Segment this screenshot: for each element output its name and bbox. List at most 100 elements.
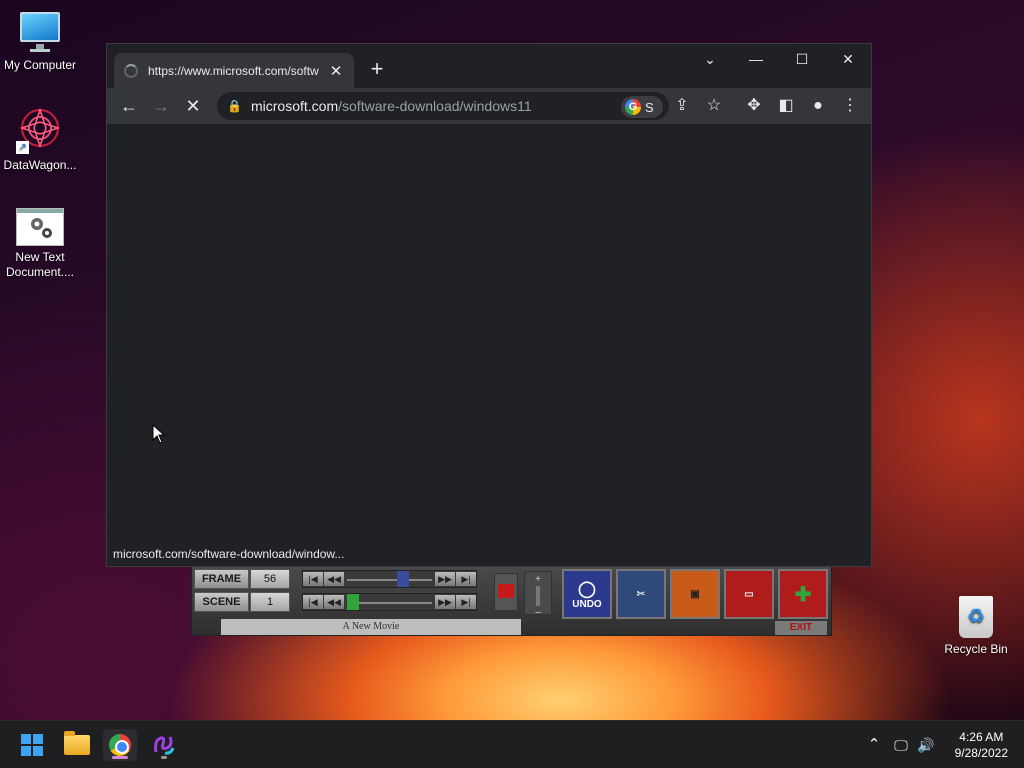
volume-icon[interactable]: 🔊: [914, 721, 938, 768]
shortcut-arrow-icon: ↗: [16, 141, 29, 154]
undo-label: UNDO: [572, 598, 602, 610]
loading-spinner-icon: [124, 63, 138, 78]
movie-maker-controls: FRAME 56 |◀ ◀◀ ▶▶ ▶| SCENE 1 |◀ ◀◀ ▶▶ ▶|…: [191, 566, 832, 636]
tab-microsoft[interactable]: https://www.microsoft.com/softw ✕: [114, 53, 354, 88]
forward-button[interactable]: →: [145, 92, 177, 120]
minus-icon: –: [535, 607, 541, 618]
lock-icon: 🔒: [227, 99, 242, 113]
google-icon: G: [625, 99, 641, 115]
mouse-cursor-icon: [152, 424, 166, 444]
close-window-button[interactable]: ✕: [825, 44, 871, 74]
frame-row: FRAME 56 |◀ ◀◀ ▶▶ ▶|: [194, 568, 477, 590]
scissors-icon: ✂: [636, 588, 646, 600]
settings-file-icon: [16, 208, 64, 246]
frame-label: FRAME: [194, 569, 249, 589]
running-indicator: [161, 756, 167, 759]
desktop-icon-new-text-document[interactable]: New Text Document....: [0, 208, 80, 280]
clock-time: 4:26 AM: [959, 730, 1004, 744]
frame-value[interactable]: 56: [250, 569, 290, 589]
extensions-icon[interactable]: ✥: [739, 92, 769, 120]
new-tab-button[interactable]: +: [365, 58, 389, 82]
browser-window: https://www.microsoft.com/softw ✕ + ⌄ — …: [106, 43, 872, 567]
chrome-taskbar-button[interactable]: [103, 729, 137, 761]
maximize-button[interactable]: ☐: [779, 44, 825, 74]
movie-title: A New Movie: [221, 619, 521, 635]
green-cross-icon: ✚: [794, 583, 812, 606]
first-scene-button[interactable]: |◀: [303, 595, 323, 609]
stop-loading-button[interactable]: ✕: [177, 92, 209, 120]
desktop-icon-datawagon[interactable]: ↗ DataWagon...: [0, 106, 80, 173]
address-path: /software-download/windows11: [338, 98, 532, 114]
scene-fast-forward-button[interactable]: ▶▶: [435, 595, 455, 609]
tab-search-button[interactable]: ⌄: [687, 44, 733, 74]
desktop-icon-recycle-bin[interactable]: ♻ Recycle Bin: [940, 596, 1012, 656]
last-scene-button[interactable]: ▶|: [456, 595, 476, 609]
google-pill-text: S: [645, 99, 654, 115]
scene-row: SCENE 1 |◀ ◀◀ ▶▶ ▶|: [194, 591, 477, 613]
bookmark-star-icon[interactable]: ☆: [699, 92, 729, 120]
clock-date: 9/28/2022: [954, 746, 1008, 760]
desktop-icon-my-computer[interactable]: My Computer: [0, 10, 80, 73]
back-button[interactable]: ←: [113, 92, 145, 120]
recycle-bin-icon: ♻: [959, 596, 993, 638]
desktop-icon-label: My Computer: [3, 58, 77, 72]
movie-maker-icon: [154, 736, 175, 755]
minimize-button[interactable]: —: [733, 44, 779, 74]
flag-icon: [498, 584, 514, 598]
volume-track: [536, 586, 540, 606]
address-bar[interactable]: 🔒 microsoft.com/software-download/window…: [217, 92, 669, 120]
share-icon[interactable]: ⇪: [667, 92, 697, 120]
folder-icon: [64, 731, 90, 755]
system-clock[interactable]: 4:26 AM 9/28/2022: [955, 729, 1008, 761]
taskbar: ⌃ 🖵 🔊 4:26 AM 9/28/2022: [0, 720, 1024, 768]
google-lens-pill[interactable]: G S: [621, 96, 663, 118]
windows-logo-icon: [21, 734, 43, 756]
add-tool-button[interactable]: ✚: [778, 569, 828, 619]
plus-icon: +: [535, 574, 541, 585]
screen-tool-button[interactable]: ▭: [724, 569, 774, 619]
status-url: microsoft.com/software-download/window..…: [107, 544, 351, 564]
scene-slider-thumb[interactable]: [347, 594, 359, 610]
scene-rewind-button[interactable]: ◀◀: [324, 595, 344, 609]
scissors-tool-button[interactable]: ✂: [616, 569, 666, 619]
page-content: [107, 124, 871, 566]
browser-toolbar: ← → ✕ 🔒 microsoft.com/software-download/…: [107, 88, 871, 124]
first-frame-button[interactable]: |◀: [303, 572, 323, 586]
start-button[interactable]: [15, 729, 49, 761]
address-host: microsoft.com: [251, 98, 339, 114]
movie-tools: ◯ UNDO ✂ ▣ ▭ ✚: [562, 569, 832, 619]
chrome-icon: [109, 734, 131, 756]
menu-kebab-icon[interactable]: ⋮: [835, 92, 865, 120]
datawagon-icon: ↗: [16, 106, 64, 154]
file-explorer-button[interactable]: [60, 729, 94, 761]
recycle-bin-label: Recycle Bin: [944, 642, 1008, 656]
exit-button[interactable]: EXIT: [775, 621, 827, 635]
desktop-icon-label: DataWagon...: [3, 158, 77, 172]
scene-slider[interactable]: |◀ ◀◀ ▶▶ ▶|: [302, 593, 477, 611]
scene-value[interactable]: 1: [250, 592, 290, 612]
egg-icon: ◯: [578, 580, 596, 598]
volume-slider[interactable]: + –: [524, 571, 552, 618]
undo-button[interactable]: ◯ UNDO: [562, 569, 612, 619]
tab-title: https://www.microsoft.com/softw: [148, 63, 319, 78]
rewind-button[interactable]: ◀◀: [324, 572, 344, 586]
side-panel-icon[interactable]: ◧: [771, 92, 801, 120]
scene-label: SCENE: [194, 592, 249, 612]
movie-maker-taskbar-button[interactable]: [147, 729, 181, 761]
desktop-icon-label: New Text Document....: [5, 250, 75, 279]
briefcase-icon: ▣: [690, 588, 700, 600]
tab-strip: https://www.microsoft.com/softw ✕ + ⌄ — …: [107, 44, 871, 88]
fast-forward-button[interactable]: ▶▶: [435, 572, 455, 586]
frame-slider[interactable]: |◀ ◀◀ ▶▶ ▶|: [302, 570, 477, 588]
frame-slider-thumb[interactable]: [397, 571, 409, 587]
show-hidden-icons-button[interactable]: ⌃: [862, 721, 886, 768]
tv-icon: ▭: [744, 588, 754, 600]
computer-icon: [18, 10, 62, 54]
network-icon[interactable]: 🖵: [890, 721, 912, 768]
flag-button[interactable]: [494, 573, 518, 611]
active-indicator: [112, 756, 128, 759]
close-tab-icon[interactable]: ✕: [328, 62, 344, 80]
briefcase-tool-button[interactable]: ▣: [670, 569, 720, 619]
last-frame-button[interactable]: ▶|: [456, 572, 476, 586]
profile-avatar-icon[interactable]: ●: [803, 92, 833, 120]
